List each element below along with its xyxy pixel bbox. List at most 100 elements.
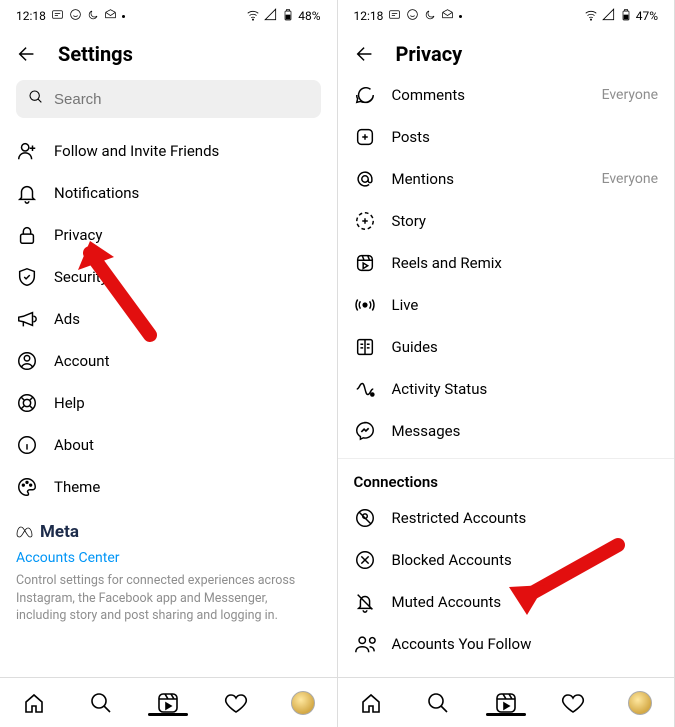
avatar (628, 691, 652, 715)
row-accounts-follow[interactable]: Accounts You Follow (338, 623, 675, 665)
header: Privacy (338, 32, 675, 80)
accounts-center-link[interactable]: Accounts Center (16, 550, 321, 566)
bottom-nav (338, 677, 675, 727)
row-ads[interactable]: Ads (0, 298, 337, 340)
messenger-icon (354, 420, 376, 442)
row-activity-status[interactable]: Activity Status (338, 368, 675, 410)
meta-block: Meta Accounts Center Control settings fo… (0, 508, 337, 633)
muted-icon (354, 591, 376, 613)
info-icon (16, 434, 38, 456)
avatar (291, 691, 315, 715)
nav-search-icon[interactable] (88, 690, 114, 716)
row-label: Messages (392, 422, 659, 440)
phone-settings: 12:18 48% Settings Follow and Invite Fri… (0, 0, 338, 727)
row-label: Guides (392, 338, 659, 356)
activity-icon (354, 378, 376, 400)
search-input[interactable] (54, 91, 309, 108)
status-battery-icon (282, 8, 294, 25)
row-label: Theme (54, 478, 321, 496)
row-label: Mentions (392, 170, 586, 188)
section-connections: Connections (338, 458, 675, 497)
row-trail: Everyone (602, 87, 658, 103)
palette-icon (16, 476, 38, 498)
nav-home-icon[interactable] (21, 690, 47, 716)
status-moon-icon (424, 9, 436, 24)
status-moon-icon (87, 9, 99, 24)
header: Settings (0, 32, 337, 80)
row-blocked[interactable]: Blocked Accounts (338, 539, 675, 581)
status-mail-icon (104, 8, 117, 24)
row-label: Story (392, 212, 659, 230)
meta-logo: Meta (16, 522, 321, 542)
back-button[interactable] (16, 43, 38, 65)
bottom-nav (0, 677, 337, 727)
row-follow-invite[interactable]: Follow and Invite Friends (0, 130, 337, 172)
row-comments[interactable]: Comments Everyone (338, 74, 675, 116)
search-box[interactable] (16, 80, 321, 118)
row-restricted[interactable]: Restricted Accounts (338, 497, 675, 539)
row-label: Restricted Accounts (392, 509, 659, 527)
blocked-icon (354, 549, 376, 571)
privacy-list: Comments Everyone Posts Mentions Everyon… (338, 74, 675, 677)
comment-icon (354, 84, 376, 106)
nav-activity-icon[interactable] (223, 690, 249, 716)
shield-icon (16, 266, 38, 288)
row-about[interactable]: About (0, 424, 337, 466)
bell-icon (16, 182, 38, 204)
row-help[interactable]: Help (0, 382, 337, 424)
row-notifications[interactable]: Notifications (0, 172, 337, 214)
row-label: Muted Accounts (392, 593, 659, 611)
meta-description: Control settings for connected experienc… (16, 572, 321, 625)
status-bar: 12:18 47% (338, 0, 675, 32)
row-live[interactable]: Live (338, 284, 675, 326)
status-bar: 12:18 48% (0, 0, 337, 32)
search-icon (28, 89, 44, 109)
row-label: Posts (392, 128, 659, 146)
status-more-icon (459, 15, 462, 18)
account-icon (16, 350, 38, 372)
row-mentions[interactable]: Mentions Everyone (338, 158, 675, 200)
row-label: Security (54, 268, 321, 286)
row-label: Live (392, 296, 659, 314)
nav-profile-icon[interactable] (290, 690, 316, 716)
settings-list: Follow and Invite Friends Notifications … (0, 130, 337, 677)
status-sms-icon (388, 8, 401, 24)
row-posts[interactable]: Posts (338, 116, 675, 158)
page-title: Privacy (396, 42, 463, 66)
row-label: Accounts You Follow (392, 635, 659, 653)
page-title: Settings (58, 42, 133, 66)
row-privacy[interactable]: Privacy (0, 214, 337, 256)
reels-icon (354, 252, 376, 274)
lock-icon (16, 224, 38, 246)
help-icon (16, 392, 38, 414)
status-wifi-icon (246, 8, 260, 25)
row-label: About (54, 436, 321, 454)
story-icon (354, 210, 376, 232)
people-icon (354, 633, 376, 655)
row-messages[interactable]: Messages (338, 410, 675, 452)
restricted-icon (354, 507, 376, 529)
nav-activity-icon[interactable] (560, 690, 586, 716)
row-reels-remix[interactable]: Reels and Remix (338, 242, 675, 284)
status-sms-icon (51, 8, 64, 24)
status-signal-icon (602, 8, 616, 25)
row-account[interactable]: Account (0, 340, 337, 382)
row-label: Follow and Invite Friends (54, 142, 321, 160)
row-muted[interactable]: Muted Accounts (338, 581, 675, 623)
row-story[interactable]: Story (338, 200, 675, 242)
nav-profile-icon[interactable] (627, 690, 653, 716)
status-mail-icon (441, 8, 454, 24)
at-icon (354, 168, 376, 190)
nav-search-icon[interactable] (425, 690, 451, 716)
row-trail: Everyone (602, 171, 658, 187)
status-battery-pct: 47% (636, 9, 658, 23)
status-wifi-icon (584, 8, 598, 25)
row-theme[interactable]: Theme (0, 466, 337, 508)
phone-privacy: 12:18 47% Privacy Comments Everyone Post… (338, 0, 675, 727)
back-button[interactable] (354, 43, 376, 65)
status-signal-icon (264, 8, 278, 25)
nav-home-icon[interactable] (358, 690, 384, 716)
row-security[interactable]: Security (0, 256, 337, 298)
row-guides[interactable]: Guides (338, 326, 675, 368)
megaphone-icon (16, 308, 38, 330)
